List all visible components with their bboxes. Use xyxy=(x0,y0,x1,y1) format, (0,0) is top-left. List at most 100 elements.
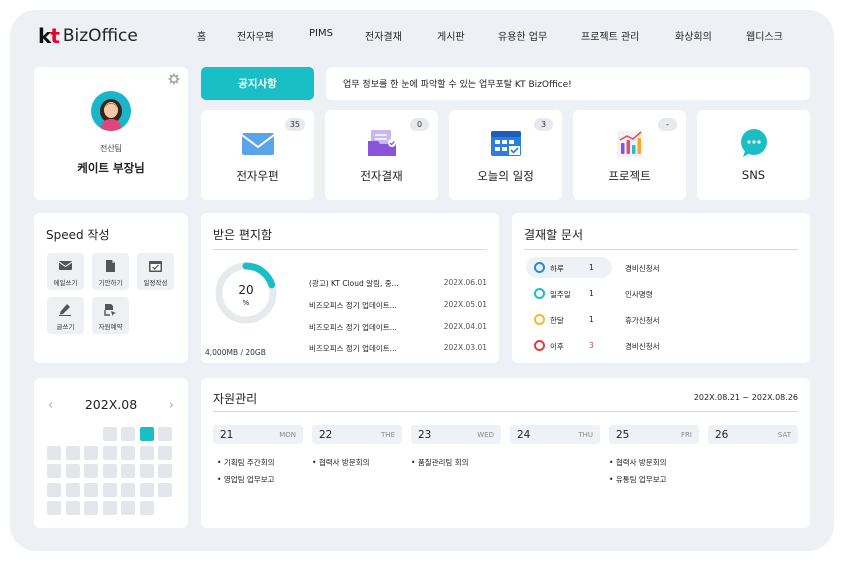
nav-project[interactable]: 프로젝트 관리 xyxy=(581,28,639,43)
write-mail-label: 메일쓰기 xyxy=(53,279,78,287)
approval-row-month[interactable]: 한달 1 휴가신청서 xyxy=(526,309,796,330)
calendar-day-cell[interactable] xyxy=(139,464,154,478)
calendar-day-cell[interactable] xyxy=(47,445,61,460)
day-header[interactable]: 21 MON xyxy=(213,425,303,444)
approval-divider xyxy=(524,249,798,250)
calendar-day-cell[interactable] xyxy=(139,445,154,460)
reserve-resource-button[interactable]: 자원예약 xyxy=(92,297,129,334)
day-header[interactable]: 25 FRI xyxy=(609,425,699,444)
status-ring-icon xyxy=(534,288,545,299)
calendar-day-cell[interactable] xyxy=(47,464,61,478)
mail-date: 202X.05.01 xyxy=(443,300,487,309)
day-header[interactable]: 24 THU xyxy=(510,425,600,444)
approval-row-later[interactable]: 이후 3 경비신청서 xyxy=(526,335,796,356)
calendar-day-cell[interactable] xyxy=(84,445,98,460)
tile-email[interactable]: 35 전자우편 xyxy=(201,110,314,200)
nav-email[interactable]: 전자우편 xyxy=(237,28,274,43)
status-ring-icon xyxy=(534,314,545,325)
resource-event[interactable]: • 기획팀 주간회의 xyxy=(217,457,275,468)
notice-button[interactable]: 공지사항 xyxy=(201,67,314,100)
day-header[interactable]: 22 THE xyxy=(312,425,402,444)
day-header[interactable]: 26 SAT xyxy=(708,425,798,444)
nav-approval[interactable]: 전자결재 xyxy=(365,28,402,43)
calendar-day-cell[interactable] xyxy=(47,482,61,497)
calendar-day-cell[interactable] xyxy=(158,427,172,441)
mail-date: 202X.06.01 xyxy=(443,278,487,287)
doc-title: 인사명령 xyxy=(625,290,653,299)
mail-subject: 비즈오피스 정기 업데이트... xyxy=(309,344,397,353)
calendar-day-cell[interactable] xyxy=(84,501,98,515)
calendar-day-cell[interactable] xyxy=(102,501,117,515)
notice-banner[interactable]: 업무 정보를 한 눈에 파악할 수 있는 업무포탈 KT BizOffice! xyxy=(326,67,810,100)
calendar-day-cell[interactable] xyxy=(102,427,117,441)
resource-event[interactable]: • 협력사 방문회의 xyxy=(312,457,370,468)
top-navigation: 홈 전자우편 PIMS 전자결재 게시판 유용한 업무 프로젝트 관리 화상회의… xyxy=(10,28,834,48)
calendar-day-cell[interactable] xyxy=(102,482,117,497)
weekday: THU xyxy=(578,431,593,439)
write-mail-button[interactable]: 메일쓰기 xyxy=(47,253,84,290)
next-month-button[interactable]: › xyxy=(169,398,174,413)
write-post-button[interactable]: 글쓰기 xyxy=(47,297,84,334)
status-ring-icon xyxy=(534,262,545,273)
calendar-day-cell[interactable] xyxy=(47,501,61,515)
tile-sns-label: SNS xyxy=(741,168,766,182)
day-number: 23 xyxy=(418,429,432,441)
nav-video-conference[interactable]: 화상회의 xyxy=(675,28,712,43)
profile-card: 전산팀 케이트 부장님 xyxy=(34,67,188,200)
mail-icon xyxy=(59,261,72,270)
inbox-panel: 받은 편지함 20 % 4,000MB / 20GB (광고) KT Cloud… xyxy=(201,213,499,363)
avatar[interactable] xyxy=(91,91,131,131)
status-ring-icon xyxy=(534,340,545,351)
nav-webdisk[interactable]: 웹디스크 xyxy=(746,28,783,43)
calendar-day-cell[interactable] xyxy=(121,501,135,515)
resource-management-panel: 자원관리 202X.08.21 ~ 202X.08.26 21 MON 22 T… xyxy=(201,378,810,528)
resource-event[interactable]: • 협력사 방문회의 xyxy=(609,457,667,468)
calendar-day-cell[interactable] xyxy=(158,482,172,497)
draft-document-button[interactable]: 기안하기 xyxy=(92,253,129,290)
nav-board[interactable]: 게시판 xyxy=(437,28,465,43)
tile-approval[interactable]: 0 전자결재 xyxy=(325,110,438,200)
nav-useful-work[interactable]: 유용한 업무 xyxy=(498,28,547,43)
project-count-badge: - xyxy=(658,118,677,131)
calendar-today-cell[interactable] xyxy=(139,427,154,441)
nav-pims[interactable]: PIMS xyxy=(309,28,333,39)
usage-percent-value: 20 xyxy=(238,283,254,297)
tile-sns[interactable]: SNS xyxy=(697,110,810,200)
calendar-day-cell[interactable] xyxy=(121,427,135,441)
user-department: 전산팀 xyxy=(99,144,123,153)
document-icon xyxy=(106,260,115,272)
approval-documents-panel: 결재할 문서 하루 1 경비신청서 일주일 1 인사명령 한달 1 휴가신청서 … xyxy=(512,213,810,363)
unread-count-badge: 35 xyxy=(284,118,305,131)
portal-frame: kt BizOffice 홈 전자우편 PIMS 전자결재 게시판 유용한 업무… xyxy=(10,10,834,551)
create-schedule-button[interactable]: 일정작성 xyxy=(137,253,174,290)
calendar-day-cell[interactable] xyxy=(121,482,135,497)
day-header[interactable]: 23 WED xyxy=(411,425,501,444)
doc-count: 1 xyxy=(589,289,594,298)
calendar-day-cell[interactable] xyxy=(102,464,117,478)
approval-row-day[interactable]: 하루 1 경비신청서 xyxy=(526,257,660,278)
calendar-day-cell[interactable] xyxy=(65,501,80,515)
resource-event[interactable]: • 품질관리팀 회의 xyxy=(411,457,469,468)
calendar-day-cell[interactable] xyxy=(84,482,98,497)
tile-project[interactable]: - 프로젝트 xyxy=(573,110,686,200)
calendar-day-cell[interactable] xyxy=(121,445,135,460)
gear-icon[interactable] xyxy=(168,73,180,85)
calendar-day-cell[interactable] xyxy=(65,464,80,478)
calendar-day-cell[interactable] xyxy=(65,482,80,497)
approval-row-week[interactable]: 일주일 1 인사명령 xyxy=(526,283,796,304)
calendar-day-cell[interactable] xyxy=(102,445,117,460)
calendar-day-cell[interactable] xyxy=(121,464,135,478)
weekday: MON xyxy=(279,431,296,439)
resource-event[interactable]: • 영업팀 업무보고 xyxy=(217,474,275,485)
calendar-day-cell[interactable] xyxy=(139,501,154,515)
calendar-icon xyxy=(149,261,162,272)
calendar-day-cell[interactable] xyxy=(65,445,80,460)
calendar-day-cell[interactable] xyxy=(139,482,154,497)
mail-subject: (광고) KT Cloud 알림, 중... xyxy=(309,279,399,288)
calendar-day-cell[interactable] xyxy=(158,445,172,460)
resource-event[interactable]: • 유통팀 업무보고 xyxy=(609,474,667,485)
nav-home[interactable]: 홈 xyxy=(197,28,206,43)
calendar-day-cell[interactable] xyxy=(158,464,172,478)
calendar-day-cell[interactable] xyxy=(84,464,98,478)
tile-today-schedule[interactable]: 3 오늘의 일정 xyxy=(449,110,562,200)
